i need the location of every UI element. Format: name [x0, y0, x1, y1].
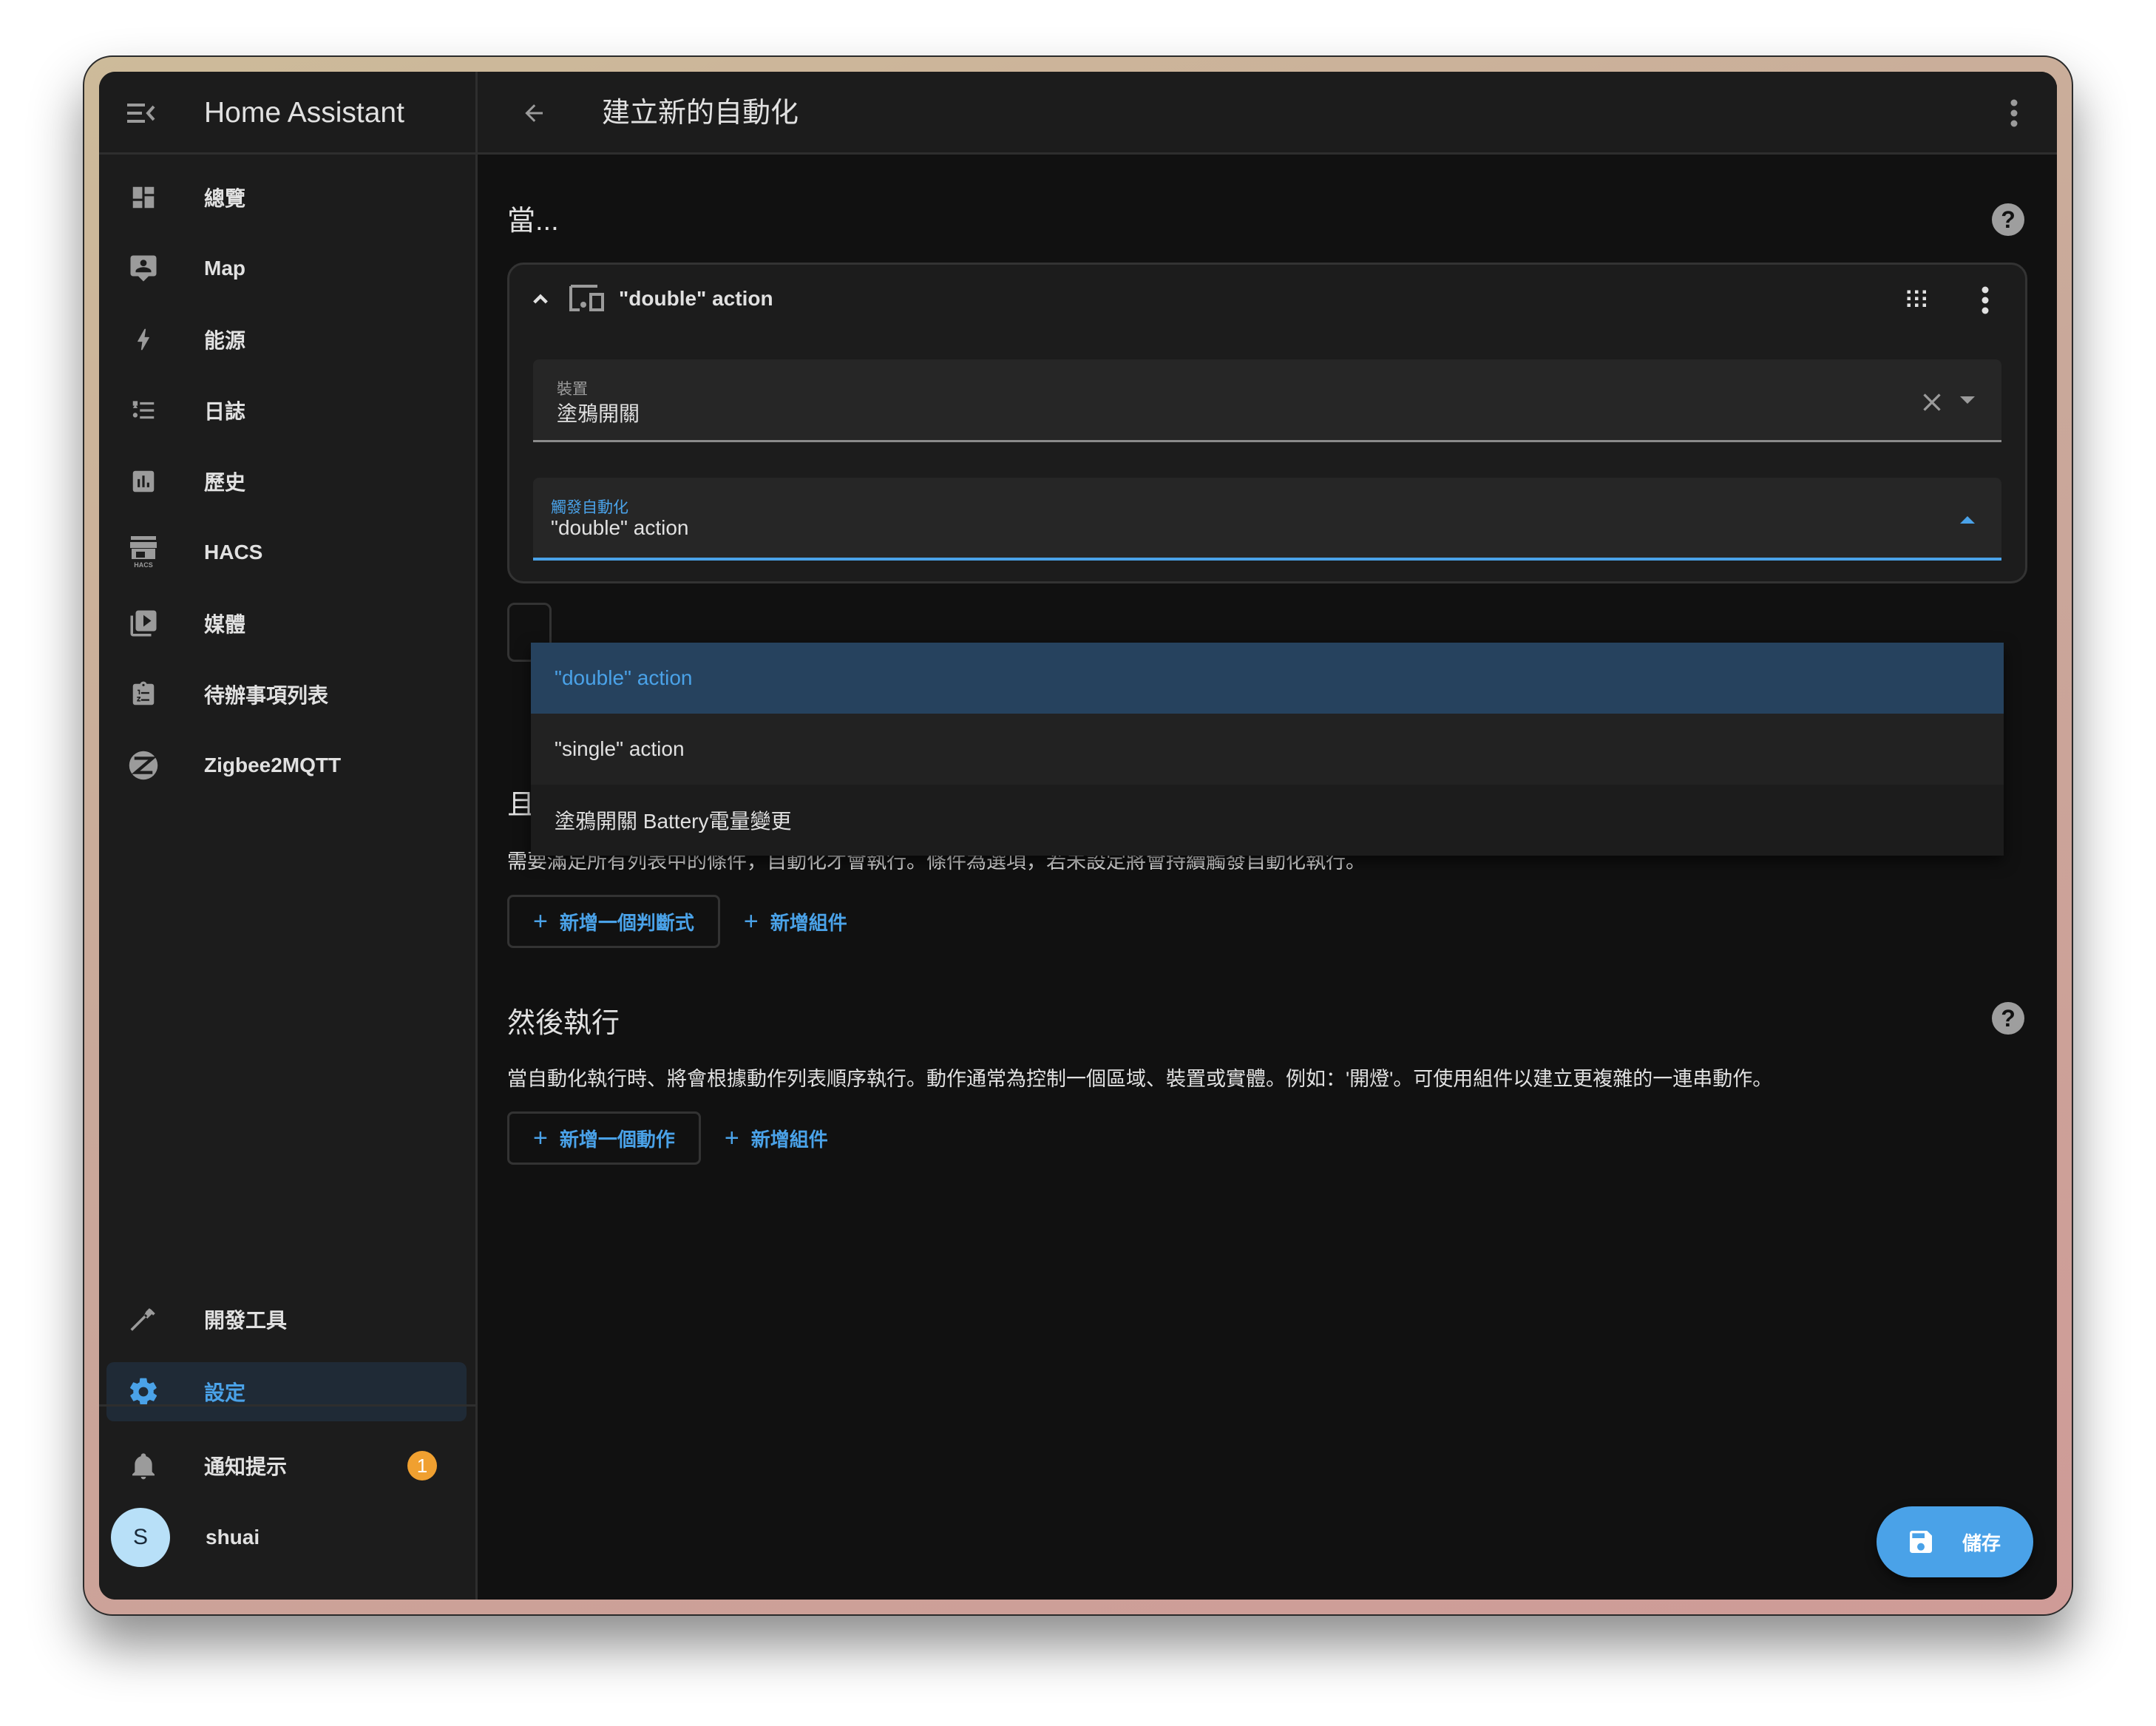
trigger-card-header[interactable]: "double" action	[509, 265, 2025, 331]
zigbee-icon	[129, 751, 158, 780]
main-content: 建立新的自動化 當... ? "double" action 裝置 塗鴉開關 觸…	[478, 72, 2057, 1600]
app-title: Home Assistant	[204, 97, 404, 129]
chart-box-icon	[132, 470, 155, 493]
trigger-dropdown-menu: "double" action "single" action 塗鴉開關 Bat…	[531, 643, 2004, 856]
sidebar-item-label: HACS	[204, 541, 263, 564]
sidebar-item-label: 設定	[204, 1381, 246, 1404]
dropdown-option[interactable]: "single" action	[531, 714, 2004, 785]
add-condition-block-button[interactable]: + 新增組件	[735, 895, 856, 948]
sidebar-item-energy[interactable]: 能源	[106, 310, 467, 369]
save-button[interactable]: 儲存	[1876, 1506, 2033, 1577]
sidebar-item-hacs[interactable]: HACS HACS	[106, 523, 467, 582]
hacs-icon: HACS	[130, 536, 157, 569]
sidebar-item-label: 歷史	[204, 471, 246, 494]
sidebar-item-label: 通知提示	[204, 1455, 288, 1478]
sidebar-item-label: 能源	[204, 329, 246, 352]
dropdown-arrow-icon[interactable]	[1960, 396, 1975, 404]
avatar: S	[111, 1508, 170, 1567]
trigger-select-label: 觸發自動化	[551, 499, 628, 516]
sidebar-item-label: Zigbee2MQTT	[204, 754, 342, 776]
dropdown-option[interactable]: "double" action	[531, 643, 2004, 714]
dropdown-arrow-up-icon[interactable]	[1960, 516, 1975, 524]
conditions-buttons: + 新增一個判斷式 + 新增組件	[507, 895, 856, 948]
trigger-card-title: "double" action	[619, 287, 773, 310]
plus-icon: +	[743, 907, 759, 935]
dots-vertical-icon	[2010, 99, 2018, 127]
device-select-label: 裝置	[557, 381, 588, 398]
notification-badge: 1	[407, 1451, 437, 1480]
plus-icon: +	[533, 1123, 548, 1152]
menu-collapse-icon	[127, 104, 155, 123]
overflow-menu-button[interactable]	[1993, 92, 2035, 134]
sidebar-item-todo[interactable]: 待辦事項列表	[106, 665, 467, 724]
page-title: 建立新的自動化	[602, 98, 799, 129]
lightning-icon	[138, 328, 149, 351]
format-list-icon	[132, 401, 155, 419]
dashboard-icon	[132, 186, 155, 209]
sidebar-item-media[interactable]: 媒體	[106, 594, 467, 653]
sidebar-item-profile[interactable]: S shuai	[106, 1508, 467, 1567]
user-name: shuai	[206, 1526, 260, 1549]
sidebar-item-label: 總覽	[204, 187, 246, 210]
actions-description: 當自動化執行時、將會根據動作列表順序執行。動作通常為控制一個區域、裝置或實體。例…	[507, 1068, 1773, 1090]
dropdown-option[interactable]: 塗鴉開關 Battery電量變更	[531, 785, 2004, 856]
bell-icon	[132, 1453, 155, 1480]
add-block-label: 新增組件	[750, 1128, 828, 1151]
drag-handle-icon[interactable]	[1904, 287, 1930, 314]
play-box-multiple-icon	[130, 610, 157, 637]
back-button[interactable]	[513, 92, 555, 134]
plus-icon: +	[724, 1123, 739, 1152]
sidebar-item-label: 媒體	[204, 613, 246, 636]
sidebar-item-label: Map	[204, 257, 245, 280]
sidebar-divider	[99, 1404, 475, 1407]
app-window: Home Assistant 總覽 Map 能源 日誌 歷史 HACS HACS	[99, 72, 2057, 1600]
sidebar-item-notifications[interactable]: 通知提示 1	[106, 1436, 467, 1495]
sidebar-item-zigbee2mqtt[interactable]: Zigbee2MQTT	[106, 736, 467, 795]
save-label: 儲存	[1962, 1532, 2001, 1554]
sidebar-item-map[interactable]: Map	[106, 239, 467, 298]
top-app-bar: 建立新的自動化	[478, 72, 2057, 155]
cog-icon	[130, 1378, 157, 1406]
sidebar: Home Assistant 總覽 Map 能源 日誌 歷史 HACS HACS	[99, 72, 478, 1600]
clear-icon[interactable]	[1919, 389, 1945, 416]
sidebar-item-settings[interactable]: 設定	[106, 1362, 467, 1421]
add-action-label: 新增一個動作	[559, 1128, 675, 1151]
add-block-label: 新增組件	[770, 911, 847, 934]
trigger-card: "double" action 裝置 塗鴉開關 觸發自動化 "double" a…	[507, 263, 2027, 583]
actions-help-icon[interactable]: ?	[1992, 1002, 2024, 1035]
plus-icon: +	[533, 907, 548, 935]
svg-text:HACS: HACS	[134, 561, 153, 569]
add-action-block-button[interactable]: + 新增組件	[716, 1111, 837, 1165]
actions-buttons: + 新增一個動作 + 新增組件	[507, 1111, 837, 1165]
map-account-icon	[130, 255, 157, 282]
chevron-up-icon[interactable]	[526, 284, 555, 314]
sidebar-item-label: 待辦事項列表	[204, 684, 329, 707]
devices-icon	[569, 285, 604, 311]
trigger-menu-icon[interactable]	[1970, 282, 2000, 318]
sidebar-item-logbook[interactable]: 日誌	[106, 381, 467, 440]
add-condition-button[interactable]: + 新增一個判斷式	[507, 895, 720, 948]
hammer-icon	[130, 1308, 155, 1331]
clipboard-list-icon	[132, 681, 155, 705]
sidebar-item-developer-tools[interactable]: 開發工具	[106, 1290, 467, 1349]
sidebar-item-label: 開發工具	[204, 1309, 288, 1332]
sidebar-item-overview[interactable]: 總覽	[106, 168, 467, 227]
add-condition-label: 新增一個判斷式	[559, 911, 694, 934]
device-select-value: 塗鴉開關	[557, 402, 640, 425]
trigger-select-value: "double" action	[551, 516, 689, 539]
triggers-help-icon[interactable]: ?	[1992, 203, 2024, 236]
device-select[interactable]: 裝置 塗鴉開關	[533, 359, 2001, 442]
triggers-title: 當...	[507, 206, 559, 237]
menu-toggle-button[interactable]	[121, 92, 163, 134]
sidebar-item-label: 日誌	[204, 400, 246, 423]
content-save-icon	[1909, 1531, 1932, 1553]
sidebar-header: Home Assistant	[99, 72, 475, 155]
arrow-left-icon	[525, 104, 543, 122]
add-action-button[interactable]: + 新增一個動作	[507, 1111, 701, 1165]
actions-title: 然後執行	[507, 1008, 620, 1039]
sidebar-item-history[interactable]: 歷史	[106, 452, 467, 511]
trigger-select[interactable]: 觸發自動化 "double" action	[533, 478, 2001, 561]
device-frame: Home Assistant 總覽 Map 能源 日誌 歷史 HACS HACS	[83, 55, 2073, 1616]
